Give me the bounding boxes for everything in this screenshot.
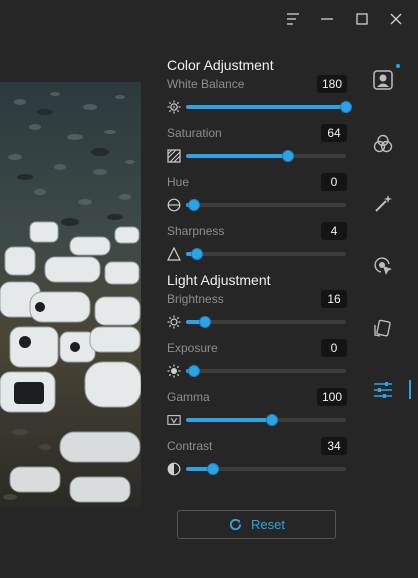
- hue-slider[interactable]: [186, 199, 346, 211]
- light-adjustment-title: Light Adjustment: [167, 272, 271, 288]
- reset-button[interactable]: Reset: [177, 510, 336, 539]
- close-icon: [390, 13, 402, 25]
- contrast-icon: [167, 462, 181, 476]
- white-balance-slider-fill: [186, 105, 346, 109]
- sharpness-slider-thumb[interactable]: [191, 248, 204, 260]
- hue-label: Hue: [167, 175, 190, 189]
- maximize-icon: [356, 13, 368, 25]
- gamma-control: Gamma 100: [167, 388, 349, 438]
- exposure-slider[interactable]: [186, 365, 346, 377]
- gamma-slider-fill: [186, 418, 273, 422]
- adjust-tool[interactable]: [369, 376, 397, 404]
- brightness-icon: [167, 315, 181, 329]
- menu-button[interactable]: [282, 8, 304, 30]
- brightness-slider-thumb[interactable]: [199, 316, 212, 328]
- close-button[interactable]: [385, 8, 407, 30]
- exposure-slider-thumb[interactable]: [188, 365, 200, 377]
- contrast-label: Contrast: [167, 439, 213, 453]
- rotate-tool[interactable]: [369, 314, 397, 342]
- color-tool[interactable]: [369, 130, 397, 158]
- saturation-slider-thumb[interactable]: [282, 150, 295, 162]
- brightness-label: Brightness: [167, 292, 224, 306]
- magic-wand-icon: [375, 195, 392, 212]
- brightness-value-input[interactable]: 16: [321, 290, 347, 308]
- sharpness-label: Sharpness: [167, 224, 225, 238]
- gamma-icon: [167, 413, 181, 427]
- sharpness-value-input[interactable]: 4: [321, 222, 347, 240]
- hue-icon: [167, 198, 181, 212]
- light-adjustment-controls: Brightness 16 Exposure 0 Gamma 100 Contrast 34: [167, 290, 349, 487]
- minimize-button[interactable]: [316, 8, 338, 30]
- exposure-icon: [167, 364, 181, 378]
- hue-value-input[interactable]: 0: [321, 173, 347, 191]
- sharpness-control: Sharpness 4: [167, 222, 349, 272]
- exposure-value-input[interactable]: 0: [321, 339, 347, 357]
- saturation-label: Saturation: [167, 126, 222, 140]
- sharpness-icon: [167, 247, 181, 261]
- white-balance-control: White Balance 180 A: [167, 75, 352, 125]
- saturation-slider-fill: [186, 154, 289, 158]
- gamma-slider[interactable]: [186, 414, 346, 426]
- gamma-slider-thumb[interactable]: [266, 414, 279, 426]
- notification-dot: [396, 64, 400, 68]
- sliders-icon: [374, 382, 392, 398]
- maximize-button[interactable]: [351, 8, 373, 30]
- contrast-value-input[interactable]: 34: [321, 437, 347, 455]
- exposure-control: Exposure 0: [167, 339, 349, 389]
- brightness-control: Brightness 16: [167, 290, 349, 340]
- saturation-value-input[interactable]: 64: [321, 124, 347, 142]
- saturation-control: Saturation 64: [167, 124, 349, 174]
- portrait-icon: [373, 70, 393, 90]
- contrast-control: Contrast 34: [167, 437, 349, 487]
- refresh-icon: [229, 518, 242, 531]
- color-adjustment-title: Color Adjustment: [167, 57, 274, 73]
- active-tool-indicator: [409, 380, 411, 399]
- hue-slider-thumb[interactable]: [188, 199, 200, 211]
- brightness-slider[interactable]: [186, 316, 346, 328]
- white-balance-icon: A: [167, 100, 181, 114]
- exposure-label: Exposure: [167, 341, 218, 355]
- white-balance-slider-thumb[interactable]: [340, 101, 352, 113]
- minimize-icon: [321, 18, 333, 20]
- adjustment-panel: Color Adjustment White Balance 180 A Satura…: [167, 54, 352, 487]
- white-balance-value-input[interactable]: 180: [316, 75, 347, 93]
- white-balance-slider[interactable]: [186, 101, 352, 113]
- contrast-slider[interactable]: [186, 463, 346, 475]
- saturation-icon: [167, 149, 181, 163]
- portrait-tool[interactable]: [369, 66, 397, 94]
- sharpness-slider[interactable]: [186, 248, 346, 260]
- hue-control: Hue 0: [167, 173, 349, 223]
- color-adjustment-controls: White Balance 180 A Saturation 64 Hue 0 Sharpne…: [167, 75, 352, 272]
- rotate-card-icon: [374, 319, 391, 337]
- saturation-slider[interactable]: [186, 150, 346, 162]
- photo-preview[interactable]: [0, 82, 141, 507]
- gamma-value-input[interactable]: 100: [316, 388, 347, 406]
- magic-tool[interactable]: [369, 190, 397, 218]
- gamma-label: Gamma: [167, 390, 210, 404]
- color-circles-icon: [373, 134, 393, 153]
- menu-icon: [287, 13, 299, 25]
- contrast-slider-thumb[interactable]: [207, 463, 220, 475]
- white-balance-label: White Balance: [167, 77, 245, 91]
- target-cursor-icon: [374, 257, 392, 275]
- target-tool[interactable]: [369, 252, 397, 280]
- reset-label: Reset: [251, 517, 285, 532]
